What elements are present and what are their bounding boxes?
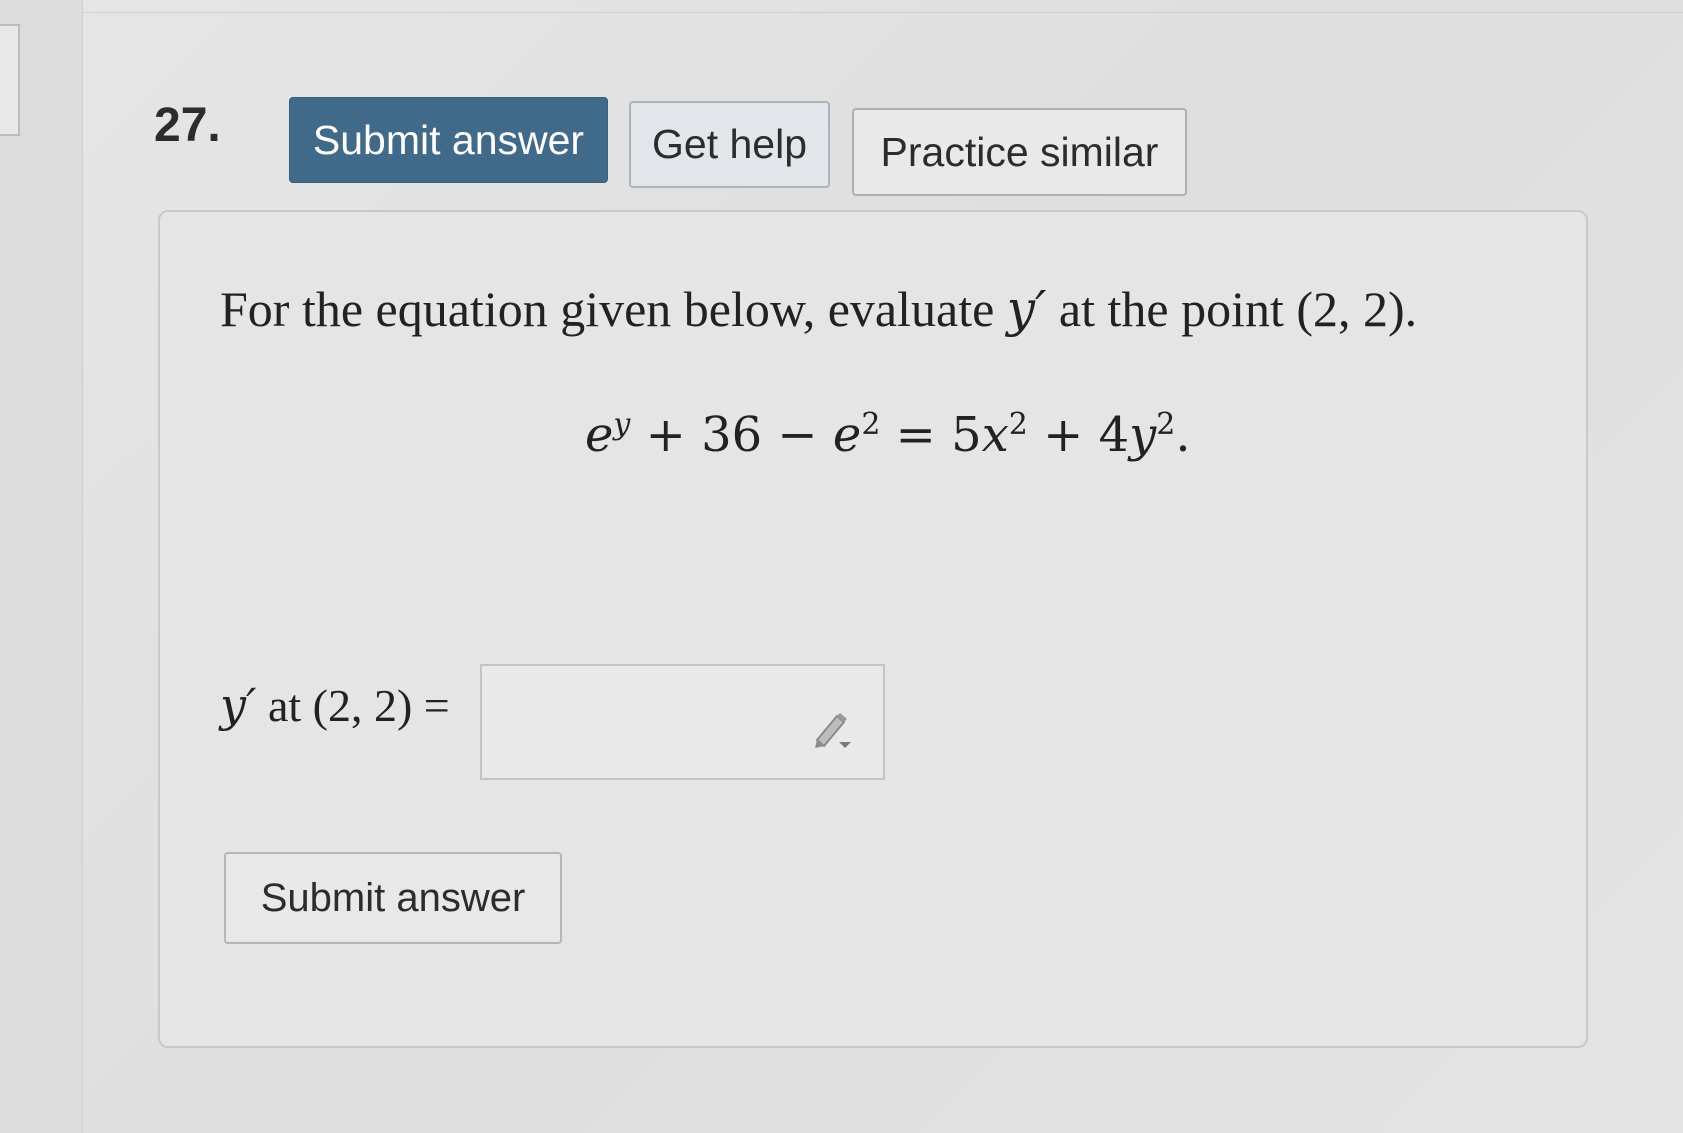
question-card: For the equation given below, evaluate y… <box>158 210 1588 1048</box>
practice-similar-button[interactable]: Practice similar <box>852 108 1187 196</box>
eq-exponent-2c: 2 <box>1156 407 1176 442</box>
eq-exponent-y: y <box>613 407 631 442</box>
equation: ey + 36 − e2 = 5x2 + 4y2. <box>585 407 1191 463</box>
eq-exponent-2b: 2 <box>1008 407 1028 442</box>
eq-period: . <box>1175 407 1191 463</box>
answer-label: y′ at (2, 2) = <box>220 678 450 732</box>
prompt-tail: at the point (2, 2). <box>1046 281 1418 337</box>
submit-answer-button[interactable]: Submit answer <box>289 97 608 183</box>
question-prompt: For the equation given below, evaluate y… <box>220 280 1417 338</box>
eq-equals-5: = 5 <box>880 407 982 463</box>
answer-label-text: at (2, 2) = <box>256 680 450 731</box>
eq-term-e: e <box>585 407 614 463</box>
left-panel-tab[interactable] <box>0 24 20 136</box>
eq-term-x: x <box>981 407 1009 463</box>
top-divider <box>82 12 1683 13</box>
eq-term-y: y <box>1129 407 1157 463</box>
eq-plus-4: + 4 <box>1027 407 1130 463</box>
submit-answer-bottom-button[interactable]: Submit answer <box>224 852 562 944</box>
eq-exponent-2a: 2 <box>861 407 881 442</box>
question-number: 27. <box>154 99 221 152</box>
left-panel-edge <box>0 0 83 1133</box>
eq-plus-36-minus: + 36 − <box>630 407 833 463</box>
prompt-lead: For the equation given below, evaluate <box>220 281 1007 337</box>
prompt-variable: y′ <box>1006 280 1047 338</box>
eq-term-e2: e <box>832 407 862 463</box>
pencil-icon[interactable] <box>807 704 855 752</box>
get-help-button[interactable]: Get help <box>629 101 830 188</box>
answer-label-variable: y′ <box>220 678 257 732</box>
answer-field-container <box>480 664 885 780</box>
